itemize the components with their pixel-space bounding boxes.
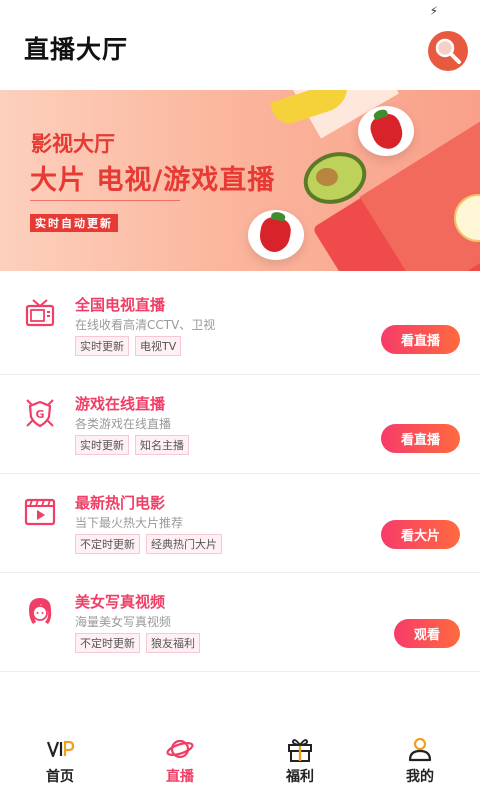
charging-icon: ⚡ (429, 4, 438, 18)
item-subtitle: 各类游戏在线直播 (75, 417, 172, 431)
tab-label: 我的 (406, 769, 434, 785)
promo-banner[interactable]: 影视大厅 大片 电视/游戏直播 实时自动更新 (0, 90, 480, 271)
item-subtitle: 当下最火热大片推荐 (75, 516, 184, 530)
search-button[interactable] (428, 31, 468, 71)
avocado-seed (316, 168, 338, 186)
tab-home[interactable]: 首页 (0, 728, 120, 800)
item-subtitle: 海量美女写真视频 (75, 615, 172, 629)
watch-live-button[interactable]: 看直播 (381, 424, 460, 453)
item-title: 全国电视直播 (75, 296, 166, 314)
watch-movie-button[interactable]: 看大片 (381, 520, 460, 549)
item-tag: 实时更新 (75, 435, 129, 455)
vip-icon (46, 740, 74, 758)
watch-live-button[interactable]: 看直播 (381, 325, 460, 354)
tab-label: 直播 (166, 769, 194, 785)
search-icon (435, 38, 461, 64)
tab-label: 福利 (286, 769, 314, 785)
girl-icon (29, 598, 52, 624)
gift-icon (288, 739, 312, 762)
list-item-movie[interactable]: 最新热门电影 当下最火热大片推荐 不定时更新 经典热门大片 看大片 (0, 474, 480, 573)
banner-heading: 影视大厅 (31, 132, 115, 156)
item-subtitle: 在线收看高清CCTV、卫视 (75, 318, 216, 332)
item-title: 最新热门电影 (75, 494, 166, 512)
user-icon (408, 737, 432, 762)
item-tag: 不定时更新 (75, 633, 140, 653)
item-tag: 不定时更新 (75, 534, 140, 554)
tab-live[interactable]: 直播 (120, 728, 240, 800)
app-header: 直播大厅 (0, 20, 480, 90)
item-tag: 狼友福利 (146, 633, 200, 653)
banner-tag: 实时自动更新 (30, 214, 118, 232)
item-tag: 经典热门大片 (146, 534, 222, 554)
item-tag: 实时更新 (75, 336, 129, 356)
banner-divider (30, 200, 180, 201)
banner-subheading: 大片 电视/游戏直播 (30, 165, 276, 196)
watch-button[interactable]: 观看 (394, 619, 460, 648)
status-bar: ⚡ (0, 0, 480, 20)
game-shield-icon: G (26, 399, 54, 428)
planet-icon (166, 739, 194, 759)
item-title: 美女写真视频 (75, 593, 166, 611)
film-icon (24, 498, 56, 526)
page-title: 直播大厅 (24, 35, 129, 64)
list-item-girl[interactable]: 美女写真视频 海量美女写真视频 不定时更新 狼友福利 观看 (0, 573, 480, 672)
item-tag: 知名主播 (135, 435, 189, 455)
list-item-game[interactable]: G 游戏在线直播 各类游戏在线直播 实时更新 知名主播 看直播 (0, 375, 480, 474)
tv-icon (25, 299, 55, 327)
svg-text:G: G (35, 408, 44, 421)
tab-mine[interactable]: 我的 (360, 728, 480, 800)
bottom-tab-bar: 首页 直播 福利 我的 (0, 728, 480, 800)
item-tag: 电视TV (135, 336, 182, 356)
channel-list: 全国电视直播 在线收看高清CCTV、卫视 实时更新 电视TV 看直播 G 游戏在… (0, 276, 480, 672)
list-item-tv[interactable]: 全国电视直播 在线收看高清CCTV、卫视 实时更新 电视TV 看直播 (0, 276, 480, 375)
tab-label: 首页 (46, 769, 74, 785)
tab-welfare[interactable]: 福利 (240, 728, 360, 800)
item-title: 游戏在线直播 (75, 395, 166, 413)
